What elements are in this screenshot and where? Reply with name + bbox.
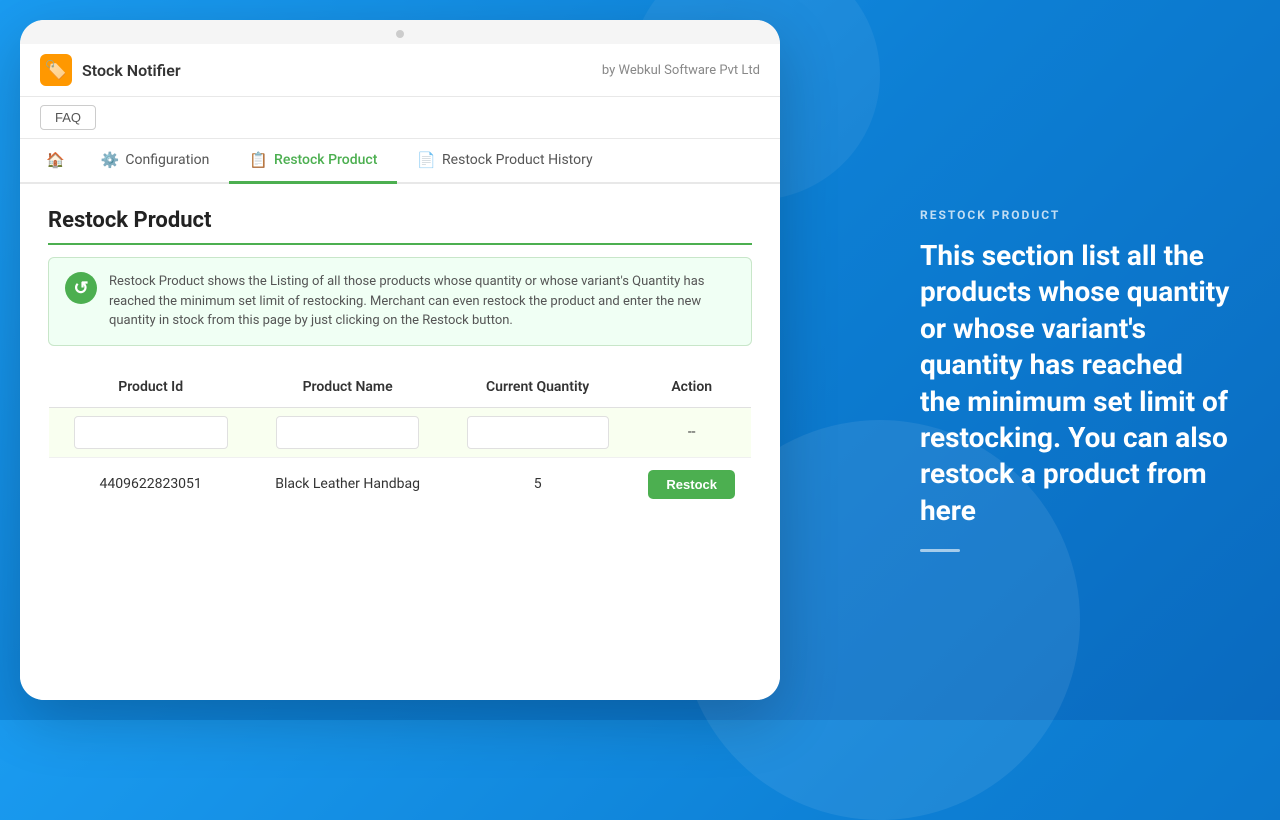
home-icon: 🏠 (46, 151, 65, 169)
table-row: 4409622823051 Black Leather Handbag 5 Re… (49, 457, 752, 511)
tab-configuration-label: Configuration (125, 152, 209, 168)
app-subtitle: by Webkul Software Pvt Ltd (602, 63, 760, 78)
panel-label: RESTOCK PRODUCT (920, 208, 1230, 222)
col-current-quantity: Current Quantity (443, 366, 633, 407)
history-icon: 📄 (417, 151, 436, 169)
filter-action-cell: -- (632, 407, 751, 457)
filter-product-name-cell (252, 407, 443, 457)
col-product-name: Product Name (252, 366, 443, 407)
table-header-row: Product Id Product Name Current Quantity… (49, 366, 752, 407)
cell-action: Restock (632, 457, 751, 511)
faq-bar: FAQ (20, 97, 780, 139)
content-area: Restock Product ↺ Restock Product shows … (20, 184, 780, 700)
filter-product-id-cell (49, 407, 253, 457)
product-table: Product Id Product Name Current Quantity… (48, 366, 752, 512)
faq-button[interactable]: FAQ (40, 105, 96, 130)
app-card: 🏷️ Stock Notifier by Webkul Software Pvt… (20, 20, 780, 700)
page-title: Restock Product (48, 208, 752, 245)
col-product-id: Product Id (49, 366, 253, 407)
filter-product-id-input[interactable] (74, 416, 228, 449)
filter-quantity-cell (443, 407, 633, 457)
cell-current-quantity: 5 (443, 457, 633, 511)
tab-restock-product-history[interactable]: 📄 Restock Product History (397, 139, 612, 184)
tab-restock-product-history-label: Restock Product History (442, 152, 593, 168)
app-header: 🏷️ Stock Notifier by Webkul Software Pvt… (20, 44, 780, 97)
nav-tabs: 🏠 ⚙️ Configuration 📋 Restock Product 📄 R… (20, 139, 780, 184)
cell-product-id: 4409622823051 (49, 457, 253, 511)
tab-restock-product-label: Restock Product (274, 152, 377, 168)
logo-icon: 🏷️ (40, 54, 72, 86)
info-box: ↺ Restock Product shows the Listing of a… (48, 257, 752, 346)
tab-home[interactable]: 🏠 (30, 139, 81, 184)
tab-restock-product[interactable]: 📋 Restock Product (229, 139, 397, 184)
cell-product-name: Black Leather Handbag (252, 457, 443, 511)
window-dots (20, 20, 780, 44)
app-title: Stock Notifier (82, 61, 181, 80)
col-action: Action (632, 366, 751, 407)
tab-configuration[interactable]: ⚙️ Configuration (81, 139, 230, 184)
info-text: Restock Product shows the Listing of all… (109, 272, 735, 331)
filter-quantity-input[interactable] (467, 416, 609, 449)
restock-icon: 📋 (249, 151, 268, 169)
panel-description: This section list all the products whose… (920, 238, 1230, 529)
filter-product-name-input[interactable] (276, 416, 419, 449)
restock-button[interactable]: Restock (648, 470, 735, 499)
config-icon: ⚙️ (101, 151, 120, 169)
app-logo: 🏷️ Stock Notifier (40, 54, 181, 86)
panel-divider (920, 549, 960, 552)
window-dot (396, 30, 404, 38)
right-panel: RESTOCK PRODUCT This section list all th… (860, 0, 1280, 720)
filter-row: -- (49, 407, 752, 457)
info-icon: ↺ (65, 272, 97, 304)
